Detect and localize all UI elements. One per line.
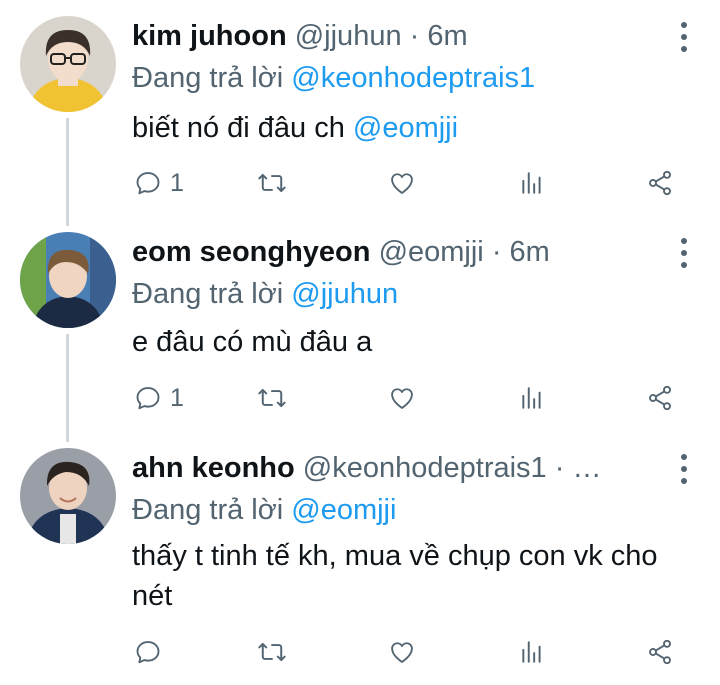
- tweet-text: e đâu có mù đâu a: [132, 326, 373, 358]
- mention-link[interactable]: @eomjji: [291, 494, 396, 526]
- reply-icon: [136, 172, 160, 195]
- display-name[interactable]: ahn keonho: [132, 452, 295, 484]
- reply-button[interactable]: 1: [134, 163, 184, 203]
- share-icon: [649, 170, 671, 196]
- avatar[interactable]: [20, 232, 116, 328]
- display-name[interactable]: eom seonghyeon: [132, 236, 371, 268]
- like-icon: [391, 388, 413, 409]
- mention-link[interactable]: @jjuhun: [291, 278, 398, 310]
- reply-icon: [136, 387, 160, 410]
- views-button[interactable]: [519, 378, 545, 418]
- like-button[interactable]: [388, 632, 416, 672]
- tweet[interactable]: eom seonghyeon @eomjji · 6m Đang trả lời…: [0, 232, 720, 432]
- action-bar: 1: [0, 163, 720, 203]
- user-handle[interactable]: @keonhodeptrais1: [303, 452, 547, 484]
- action-bar: 1: [0, 378, 720, 418]
- separator: ·: [491, 236, 502, 268]
- separator: ·: [409, 20, 420, 52]
- avatar[interactable]: [20, 16, 116, 112]
- retweet-icon: [258, 173, 286, 193]
- avatar-image: [20, 232, 116, 328]
- share-button[interactable]: [646, 378, 674, 418]
- views-button[interactable]: [519, 632, 545, 672]
- timestamp[interactable]: 6m: [427, 20, 467, 52]
- share-button[interactable]: [646, 163, 674, 203]
- tweet[interactable]: kim juhoon @jjuhun · 6m Đang trả lời @ke…: [0, 16, 720, 216]
- replying-to: Đang trả lời @keonhodeptrais1: [132, 58, 535, 98]
- retweet-button[interactable]: [257, 378, 287, 418]
- replying-to-label: Đang trả lời: [132, 62, 284, 94]
- user-handle[interactable]: @jjuhun: [295, 20, 402, 52]
- tweet-header: kim juhoon @jjuhun · 6m: [132, 16, 660, 56]
- replying-to-label: Đang trả lời: [132, 494, 284, 526]
- replying-to: Đang trả lời @jjuhun: [132, 274, 398, 314]
- reply-count: 1: [170, 383, 184, 412]
- like-icon: [391, 642, 413, 663]
- reply-count: 1: [170, 168, 184, 197]
- tweet-text: biết nó đi đâu ch @eomjji: [132, 108, 680, 148]
- like-icon: [391, 173, 413, 194]
- retweet-button[interactable]: [257, 163, 287, 203]
- views-button[interactable]: [519, 163, 545, 203]
- more-icon[interactable]: [678, 238, 690, 268]
- tweet-text: thấy t tinh tế kh, mua về chụp con vk ch…: [132, 540, 658, 612]
- mention-link[interactable]: @keonhodeptrais1: [291, 62, 535, 94]
- separator: · …: [554, 452, 602, 484]
- views-icon: [522, 641, 541, 663]
- share-icon: [649, 639, 671, 665]
- retweet-icon: [258, 388, 286, 408]
- more-icon[interactable]: [678, 22, 690, 52]
- share-button[interactable]: [646, 632, 674, 672]
- share-icon: [649, 385, 671, 411]
- avatar-image: [20, 16, 116, 112]
- reply-icon: [136, 641, 160, 664]
- retweet-icon: [258, 642, 286, 662]
- tweet-header: ahn keonho @keonhodeptrais1 · …: [132, 448, 660, 488]
- like-button[interactable]: [388, 378, 416, 418]
- views-icon: [522, 172, 541, 194]
- reply-button[interactable]: [134, 632, 162, 672]
- mention-link[interactable]: @eomjji: [353, 112, 458, 144]
- timestamp[interactable]: 6m: [510, 236, 550, 268]
- replying-to: Đang trả lời @eomjji: [132, 490, 396, 530]
- more-icon[interactable]: [678, 454, 690, 484]
- views-icon: [522, 387, 541, 409]
- tweet[interactable]: ahn keonho @keonhodeptrais1 · … Đang trả…: [0, 448, 720, 680]
- display-name[interactable]: kim juhoon: [132, 20, 287, 52]
- action-bar: [0, 632, 720, 672]
- user-handle[interactable]: @eomjji: [379, 236, 484, 268]
- tweet-header: eom seonghyeon @eomjji · 6m: [132, 232, 660, 272]
- replying-to-label: Đang trả lời: [132, 278, 284, 310]
- avatar-image: [20, 448, 116, 544]
- reply-button[interactable]: 1: [134, 378, 184, 418]
- retweet-button[interactable]: [257, 632, 287, 672]
- avatar[interactable]: [20, 448, 116, 544]
- tweet-text-content: biết nó đi đâu ch: [132, 112, 345, 144]
- like-button[interactable]: [388, 163, 416, 203]
